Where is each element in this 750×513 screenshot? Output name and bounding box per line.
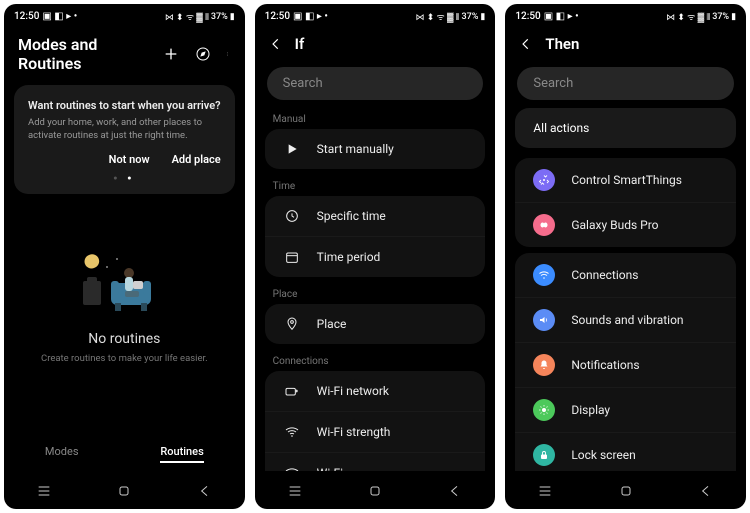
bell-icon (533, 354, 555, 376)
card-title: Want routines to start when you arrive? (28, 99, 221, 112)
status-bar: 12:50 ▣ ◧ ▸ • ⋈ ⬍ ᯤ ▓ ⫴ 37%▮ (505, 4, 746, 25)
clock-icon (283, 207, 301, 225)
android-nav (255, 471, 496, 509)
discover-icon[interactable] (195, 46, 211, 62)
section-time: Time (255, 175, 496, 196)
pin-icon (283, 315, 301, 333)
android-nav (4, 471, 245, 509)
card-body: Add your home, work, and other places to… (28, 117, 221, 143)
recents-button[interactable] (537, 483, 553, 499)
row-lockscreen[interactable]: Lock screen (515, 433, 736, 471)
row-wifi-network[interactable]: Wi-Fi network (265, 371, 486, 412)
home-button[interactable] (116, 483, 132, 499)
section-place: Place (255, 283, 496, 304)
back-button[interactable] (698, 483, 714, 499)
row-wifi[interactable]: Wi-Fi (265, 453, 486, 471)
page-title: Modes and Routines (18, 35, 151, 73)
row-galaxy-buds[interactable]: Galaxy Buds Pro (515, 203, 736, 247)
status-bar: 12:50 ▣ ◧ ▸ • ⋈ ⬍ ᯤ ▓ ⫴ 37%▮ (255, 4, 496, 25)
page-dots: ● ● (28, 174, 221, 182)
recents-button[interactable] (287, 483, 303, 499)
wifi-icon (533, 264, 555, 286)
row-specific-time[interactable]: Specific time (265, 196, 486, 237)
suggestion-card: Want routines to start when you arrive? … (14, 85, 235, 194)
back-button[interactable] (197, 483, 213, 499)
empty-illustration (69, 237, 179, 317)
row-place[interactable]: Place (265, 304, 486, 344)
sound-icon (533, 309, 555, 331)
empty-subtitle: Create routines to make your life easier… (41, 353, 208, 364)
calendar-icon (283, 248, 301, 266)
tab-modes[interactable]: Modes (45, 445, 79, 463)
android-nav (505, 471, 746, 509)
section-connections: Connections (255, 350, 496, 371)
smartthings-icon (533, 169, 555, 191)
back-button[interactable] (447, 483, 463, 499)
home-button[interactable] (618, 483, 634, 499)
notnow-button[interactable]: Not now (109, 153, 150, 166)
section-manual: Manual (255, 108, 496, 129)
search-input[interactable]: Search (267, 67, 484, 100)
status-bar: 12:50 ▣ ◧ ▸ • ⋈ ⬍ ᯤ ▓ ⫴ 37%▮ (4, 4, 245, 25)
wifi-strength-icon (283, 423, 301, 441)
add-icon[interactable] (163, 46, 179, 62)
brightness-icon (533, 399, 555, 421)
page-title: If (295, 35, 305, 53)
play-icon (283, 140, 301, 158)
search-input[interactable]: Search (517, 67, 734, 100)
recents-button[interactable] (36, 483, 52, 499)
wifi-network-icon (283, 382, 301, 400)
row-connections[interactable]: Connections (515, 253, 736, 298)
row-time-period[interactable]: Time period (265, 237, 486, 277)
addplace-button[interactable]: Add place (172, 153, 221, 166)
row-notifications[interactable]: Notifications (515, 343, 736, 388)
row-start-manually[interactable]: Start manually (265, 129, 486, 169)
row-sounds[interactable]: Sounds and vibration (515, 298, 736, 343)
empty-title: No routines (88, 331, 160, 347)
wifi-icon (283, 464, 301, 471)
row-display[interactable]: Display (515, 388, 736, 433)
tab-routines[interactable]: Routines (160, 445, 203, 463)
all-actions-button[interactable]: All actions (515, 108, 736, 148)
row-smartthings[interactable]: Control SmartThings (515, 158, 736, 203)
lock-icon (533, 444, 555, 466)
buds-icon (533, 214, 555, 236)
back-icon[interactable] (269, 37, 283, 51)
row-wifi-strength[interactable]: Wi-Fi strength (265, 412, 486, 453)
back-icon[interactable] (519, 37, 533, 51)
home-button[interactable] (367, 483, 383, 499)
more-icon[interactable] (227, 46, 231, 62)
page-title: Then (545, 35, 579, 53)
